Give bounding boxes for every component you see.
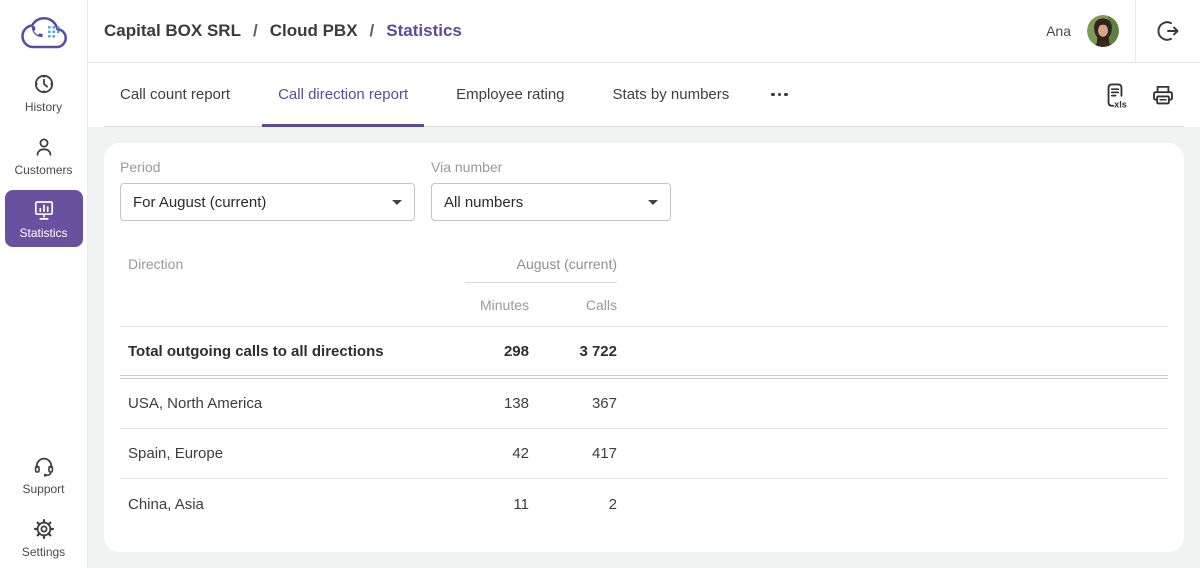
period-field: Period For August (current) xyxy=(120,159,415,221)
main-column: Capital BOX SRL / Cloud PBX / Statistics… xyxy=(88,0,1200,568)
print-button[interactable] xyxy=(1142,72,1184,118)
sidebar-item-label: Settings xyxy=(22,545,65,559)
breadcrumb-item-company[interactable]: Capital BOX SRL xyxy=(104,21,241,41)
via-number-label: Via number xyxy=(431,159,671,175)
sidebar-item-customers[interactable]: Customers xyxy=(5,127,83,184)
table-column-header-row: Minutes Calls xyxy=(120,283,1168,327)
tab-label: Employee rating xyxy=(456,86,564,103)
via-number-value: All numbers xyxy=(444,194,640,211)
cloud-phone-logo-icon xyxy=(18,8,70,52)
ellipsis-icon xyxy=(771,93,788,97)
export-xls-button[interactable]: xls xyxy=(1094,72,1136,118)
tab-label: Call count report xyxy=(120,86,230,103)
breadcrumb-item-cloud-pbx[interactable]: Cloud PBX xyxy=(270,21,358,41)
sidebar-item-label: Support xyxy=(22,482,64,496)
gear-icon xyxy=(32,517,56,541)
tab-bar-inner: Call count report Call direction report … xyxy=(104,63,1184,127)
table-total-row: Total outgoing calls to all directions 2… xyxy=(120,327,1168,379)
svg-text:xls: xls xyxy=(1114,99,1127,109)
filters-row: Period For August (current) Via number A… xyxy=(120,159,1168,221)
tab-label: Stats by numbers xyxy=(613,86,730,103)
sidebar-item-history[interactable]: History xyxy=(5,64,83,121)
minutes-value: 11 xyxy=(465,496,529,513)
table-row: Spain, Europe 42 417 xyxy=(120,429,1168,479)
sidebar-item-label: Customers xyxy=(14,163,72,177)
period-group-header: August (current) xyxy=(465,245,617,283)
report-actions: xls xyxy=(1094,63,1184,126)
row-label: Spain, Europe xyxy=(120,445,465,462)
table-row: USA, North America 138 367 xyxy=(120,379,1168,429)
minutes-value: 42 xyxy=(465,445,529,462)
chevron-down-icon xyxy=(648,200,658,205)
xls-file-icon: xls xyxy=(1102,81,1128,109)
table-group-header-row: Direction August (current) xyxy=(120,245,1168,283)
person-icon xyxy=(32,135,56,159)
breadcrumb-separator: / xyxy=(253,21,258,41)
period-value: For August (current) xyxy=(133,194,384,211)
minutes-value: 298 xyxy=(465,343,529,360)
logout-button[interactable] xyxy=(1136,0,1200,62)
direction-column-header: Direction xyxy=(120,256,465,272)
via-number-field: Via number All numbers xyxy=(431,159,671,221)
more-tabs-button[interactable] xyxy=(761,63,798,126)
sidebar-item-settings[interactable]: Settings xyxy=(5,509,83,566)
chevron-down-icon xyxy=(392,200,402,205)
minutes-value: 138 xyxy=(465,395,529,412)
breadcrumb-item-statistics: Statistics xyxy=(386,21,462,41)
tab-label: Call direction report xyxy=(278,86,408,103)
logout-icon xyxy=(1155,18,1181,44)
row-label: Total outgoing calls to all directions xyxy=(120,343,465,360)
calls-value: 367 xyxy=(529,395,617,412)
period-label: Period xyxy=(120,159,415,175)
calls-column-header: Calls xyxy=(529,297,617,313)
printer-icon xyxy=(1150,82,1176,108)
tab-employee-rating[interactable]: Employee rating xyxy=(440,63,580,126)
sidebar-item-label: Statistics xyxy=(19,226,67,240)
calls-value: 2 xyxy=(529,496,617,513)
tab-call-direction-report[interactable]: Call direction report xyxy=(262,63,424,126)
breadcrumb-separator: / xyxy=(370,21,375,41)
calls-value: 3 722 xyxy=(529,343,617,360)
sidebar: History Customers Statistics xyxy=(0,0,88,568)
app-logo[interactable] xyxy=(18,8,70,52)
via-number-select[interactable]: All numbers xyxy=(431,183,671,221)
row-label: USA, North America xyxy=(120,395,465,412)
sidebar-item-support[interactable]: Support xyxy=(5,446,83,503)
headset-icon xyxy=(32,454,56,478)
sidebar-item-label: History xyxy=(25,100,62,114)
breadcrumb: Capital BOX SRL / Cloud PBX / Statistics xyxy=(104,21,462,41)
period-select[interactable]: For August (current) xyxy=(120,183,415,221)
minutes-column-header: Minutes xyxy=(465,297,529,313)
top-bar-right: Ana xyxy=(1046,0,1200,62)
user-name: Ana xyxy=(1046,23,1071,39)
tab-bar: Call count report Call direction report … xyxy=(88,63,1200,127)
sidebar-item-statistics[interactable]: Statistics xyxy=(5,190,83,247)
table-row: China, Asia 11 2 xyxy=(120,479,1168,529)
report-card: Period For August (current) Via number A… xyxy=(104,143,1184,552)
statistics-icon xyxy=(32,198,56,222)
history-icon xyxy=(32,72,56,96)
content-area: Period For August (current) Via number A… xyxy=(88,127,1200,568)
top-bar: Capital BOX SRL / Cloud PBX / Statistics… xyxy=(88,0,1200,63)
call-direction-table: Direction August (current) Minutes Calls… xyxy=(120,245,1168,529)
tab-stats-by-numbers[interactable]: Stats by numbers xyxy=(597,63,746,126)
calls-value: 417 xyxy=(529,445,617,462)
row-label: China, Asia xyxy=(120,496,465,513)
avatar[interactable] xyxy=(1087,15,1119,47)
tab-call-count-report[interactable]: Call count report xyxy=(104,63,246,126)
